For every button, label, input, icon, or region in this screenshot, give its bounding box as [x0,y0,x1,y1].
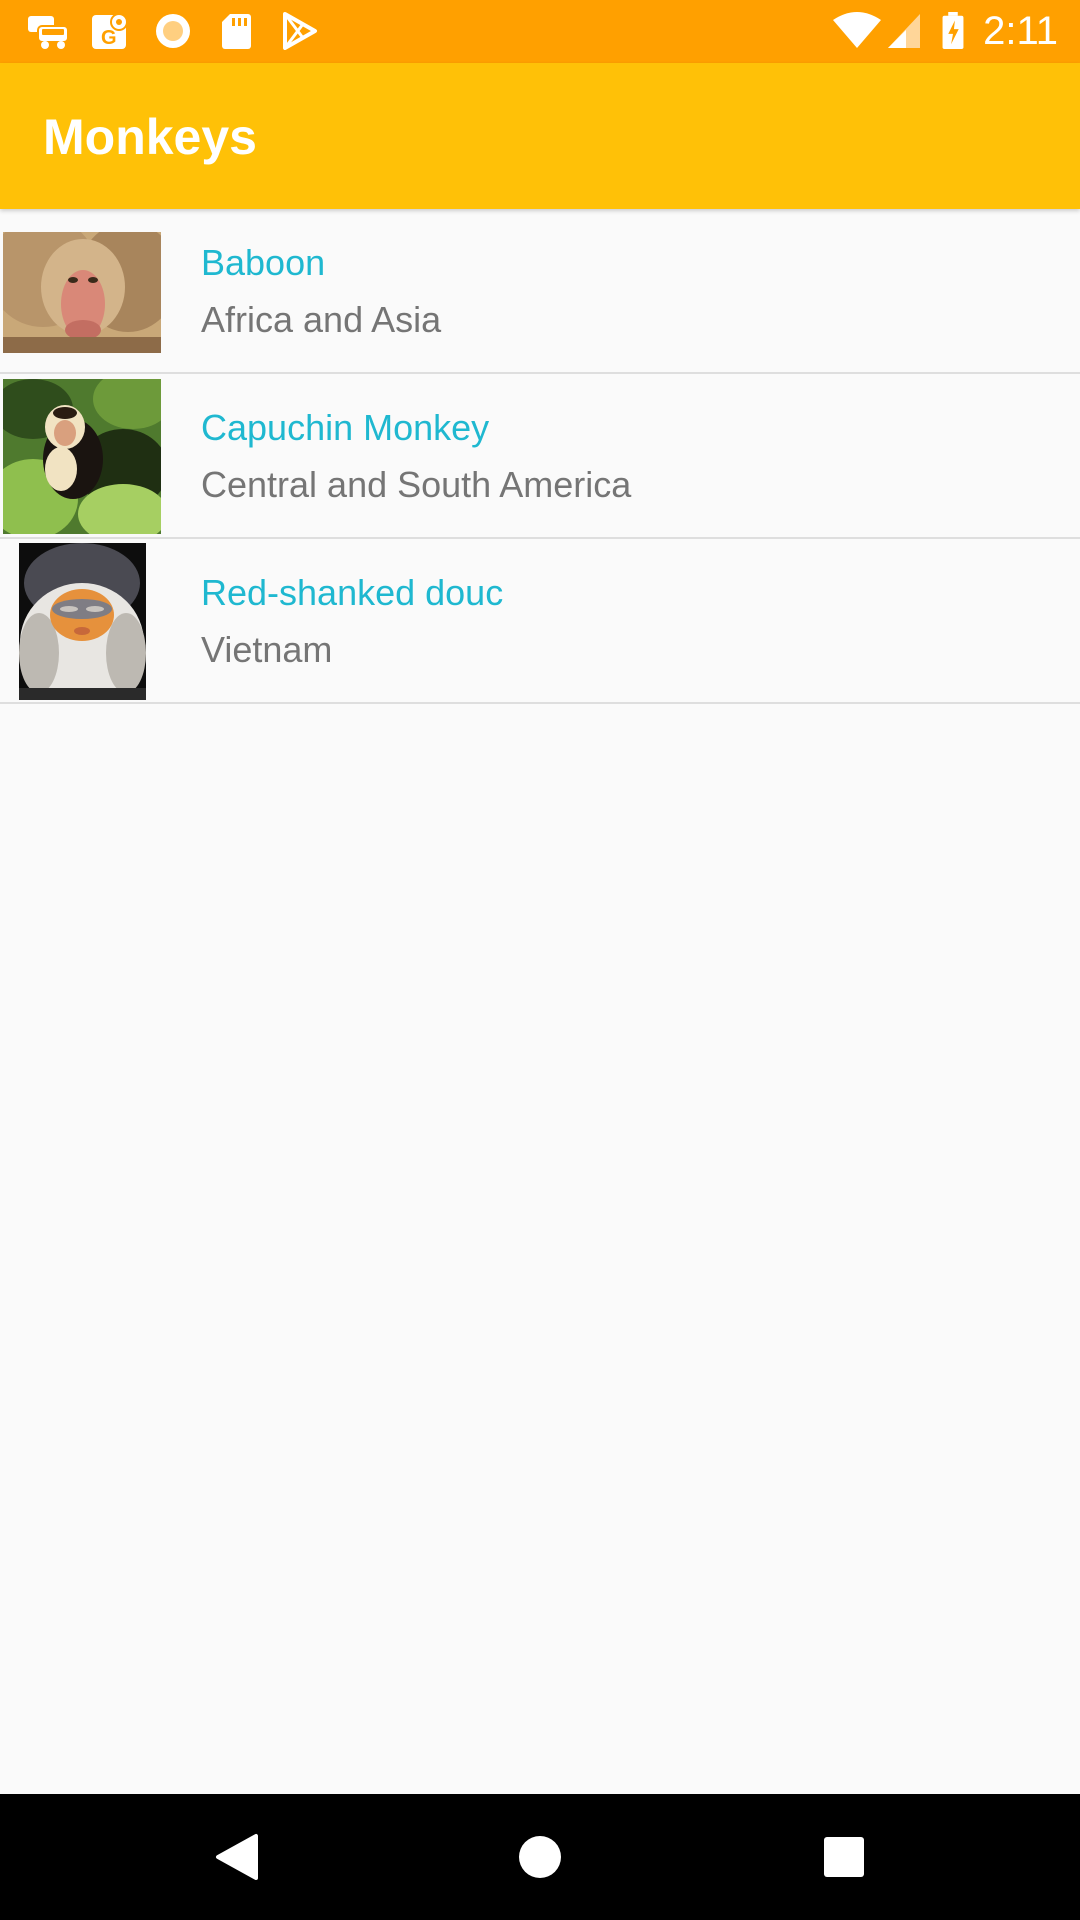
monkey-name: Capuchin Monkey [201,407,490,448]
list-item[interactable]: Capuchin Monkey Central and South Americ… [0,374,1080,539]
svg-text:G: G [101,27,117,49]
navigation-bar [0,1794,1080,1920]
capuchin-photo [3,379,161,534]
battery-charging-icon [942,12,964,50]
page-title: Monkeys [43,109,257,165]
home-button[interactable] [505,1824,575,1890]
monkey-list: Baboon Africa and Asia Capuchin Monkey C… [0,209,1080,704]
monkey-location: Vietnam [201,629,333,670]
car-notification-icon [28,16,69,49]
app-bar: Monkeys [0,63,1080,209]
maps-notification-icon: G [92,13,128,49]
monkey-name: Baboon [201,242,326,283]
douc-photo [19,543,146,700]
signal-icon [888,14,920,48]
monkey-name: Red-shanked douc [201,572,504,613]
monkey-location: Central and South America [201,464,632,505]
baboon-photo [3,232,161,353]
sd-card-icon [222,14,251,49]
screen: G 2:11 Monkeys Baboon Africa and Asia Ca… [0,0,1080,1920]
list-item[interactable]: Baboon Africa and Asia [0,209,1080,374]
circle-notification-icon [156,14,190,48]
wifi-icon [833,12,881,48]
play-store-icon [283,12,317,50]
list-item[interactable]: Red-shanked douc Vietnam [0,539,1080,704]
status-time: 2:11 [983,9,1058,53]
monkey-location: Africa and Asia [201,299,442,340]
status-bar: G 2:11 [0,0,1080,63]
recents-button[interactable] [809,1824,879,1890]
back-button[interactable] [202,1824,272,1890]
